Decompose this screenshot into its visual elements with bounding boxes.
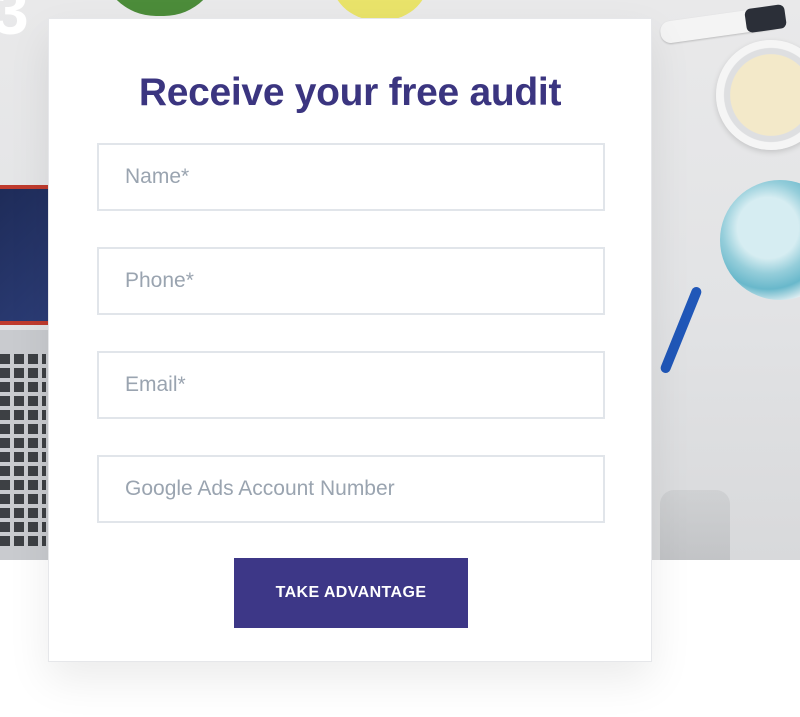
- google-ads-account-field[interactable]: [97, 455, 605, 523]
- hero-heading-fragment: 3: [0, 0, 29, 48]
- green-disc-image: [100, 0, 220, 16]
- marker-pen-image: [659, 3, 788, 45]
- flask-image: [720, 180, 800, 300]
- name-field[interactable]: [97, 143, 605, 211]
- yellow-disc-image: [330, 0, 430, 20]
- audit-form-card: Receive your free audit TAKE ADVANTAGE: [48, 18, 652, 662]
- phone-field[interactable]: [97, 247, 605, 315]
- pipette-image: [659, 285, 703, 375]
- petri-dish-image: [716, 40, 800, 150]
- page: 3 Receive your free audit TAKE ADVANTAGE: [0, 0, 800, 717]
- form-title: Receive your free audit: [138, 71, 562, 114]
- email-field[interactable]: [97, 351, 605, 419]
- marker-cap: [744, 3, 788, 34]
- keyboard-keys: [0, 350, 46, 550]
- take-advantage-button[interactable]: TAKE ADVANTAGE: [234, 558, 468, 628]
- beaker-image: [660, 490, 730, 560]
